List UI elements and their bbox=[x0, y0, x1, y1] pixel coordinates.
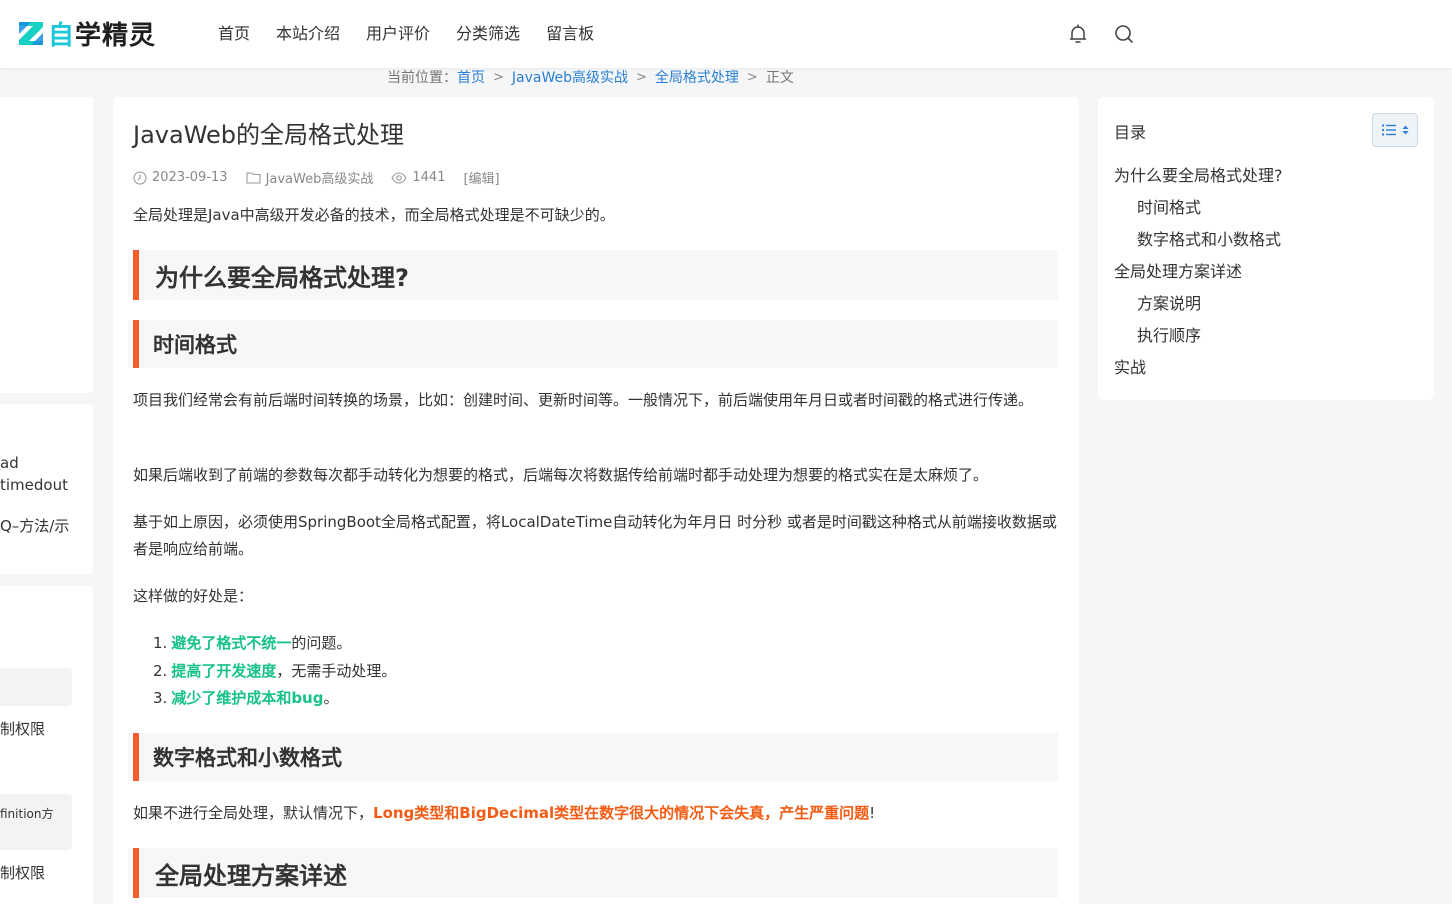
site-header: 自学精灵 首页 本站介绍 用户评价 分类筛选 留言板 bbox=[0, 0, 1452, 68]
article-card: JavaWeb的全局格式处理 2023-09-13 JavaWeb高级实战 14… bbox=[113, 97, 1079, 904]
bell-icon[interactable] bbox=[1066, 22, 1090, 46]
nav-about[interactable]: 本站介绍 bbox=[276, 22, 340, 46]
eye-icon bbox=[391, 171, 408, 184]
search-icon[interactable] bbox=[1112, 22, 1136, 46]
list-item: 1. 避免了格式不统一的问题。 bbox=[153, 630, 396, 658]
list-item: 3. 减少了维护成本和bug。 bbox=[153, 685, 396, 713]
toc-item-number-format[interactable]: 数字格式和小数格式 bbox=[1137, 229, 1281, 251]
left-card-bottom: 制权限 finition方 制权限 bbox=[0, 586, 93, 904]
clock-icon bbox=[133, 170, 147, 185]
left-list-item[interactable]: Q–方法/示 bbox=[0, 515, 69, 536]
list-icon bbox=[1381, 124, 1396, 136]
breadcrumb: 当前位置： 首页 > JavaWeb高级实战 > 全局格式处理 > 正文 bbox=[387, 69, 794, 87]
breadcrumb-prefix: 当前位置： bbox=[387, 70, 457, 86]
chevron-right-icon: > bbox=[493, 70, 504, 85]
nav-guestbook[interactable]: 留言板 bbox=[546, 22, 594, 46]
toc-item-practice[interactable]: 实战 bbox=[1114, 357, 1146, 379]
breadcrumb-category[interactable]: JavaWeb高级实战 bbox=[512, 69, 628, 87]
left-list-item[interactable]: 制权限 bbox=[0, 718, 45, 739]
nav-reviews[interactable]: 用户评价 bbox=[366, 22, 430, 46]
meta-views-text: 1441 bbox=[412, 170, 446, 185]
breadcrumb-home[interactable]: 首页 bbox=[457, 69, 485, 87]
logo-text-first: 自 bbox=[48, 20, 76, 51]
list-strong: 提高了开发速度 bbox=[171, 661, 277, 680]
toc-item-why[interactable]: 为什么要全局格式处理? bbox=[1114, 165, 1283, 187]
paragraph-time-3: 基于如上原因，必须使用SpringBoot全局格式配置，将LocalDateTi… bbox=[133, 513, 1057, 558]
sort-icon bbox=[1402, 125, 1408, 135]
article-title: JavaWeb的全局格式处理 bbox=[133, 121, 405, 149]
left-thumbnail-box[interactable]: finition方 bbox=[0, 794, 72, 850]
paragraph-number-pre: 如果不进行全局处理，默认情况下， bbox=[133, 804, 374, 822]
heading-number-format: 数字格式和小数格式 bbox=[133, 733, 1058, 781]
breadcrumb-topic[interactable]: 全局格式处理 bbox=[655, 69, 739, 87]
left-list-item[interactable]: timedout bbox=[0, 476, 68, 494]
list-item: 2. 提高了开发速度，无需手动处理。 bbox=[153, 658, 396, 686]
list-strong: 避免了格式不统一 bbox=[171, 634, 292, 652]
chevron-right-icon: > bbox=[636, 70, 647, 85]
site-logo[interactable]: 自学精灵 bbox=[18, 15, 156, 52]
meta-category-text: JavaWeb高级实战 bbox=[265, 172, 374, 187]
list-strong: 减少了维护成本和bug bbox=[171, 689, 324, 707]
heading-why: 为什么要全局格式处理? bbox=[133, 250, 1058, 300]
left-list-item[interactable]: ad bbox=[0, 454, 19, 472]
article-meta: 2023-09-13 JavaWeb高级实战 1441 [编辑] bbox=[133, 168, 518, 187]
paragraph-benefit: 这样做的好处是： bbox=[133, 587, 254, 605]
meta-date: 2023-09-13 bbox=[133, 170, 228, 185]
main-nav: 首页 本站介绍 用户评价 分类筛选 留言板 bbox=[218, 22, 620, 46]
left-card-middle: ad timedout Q–方法/示 bbox=[0, 404, 93, 574]
paragraph-number: 如果不进行全局处理，默认情况下，Long类型和BigDecimal类型在数字很大… bbox=[133, 800, 1058, 827]
toc-item-scheme-desc[interactable]: 方案说明 bbox=[1137, 293, 1201, 315]
list-rest: 。 bbox=[323, 689, 339, 707]
table-of-contents: 目录 为什么要全局格式处理? 时间格式 数字格式和小数格式 全局处理方案详述 方… bbox=[1098, 97, 1434, 400]
folder-icon bbox=[246, 172, 261, 184]
paragraph-time-2: 如果后端收到了前端的参数每次都手动转化为想要的格式，后端每次将数据传给前端时都手… bbox=[133, 466, 989, 484]
meta-category[interactable]: JavaWeb高级实战 bbox=[246, 168, 374, 187]
left-card-top bbox=[0, 97, 93, 393]
breadcrumb-current: 正文 bbox=[765, 70, 794, 86]
article-intro: 全局处理是Java中高级开发必备的技术，而全局格式处理是不可缺少的。 bbox=[133, 206, 615, 224]
heading-time-format: 时间格式 bbox=[133, 320, 1058, 368]
toc-item-exec-order[interactable]: 执行顺序 bbox=[1137, 325, 1201, 347]
heading-scheme: 全局处理方案详述 bbox=[133, 848, 1058, 898]
meta-views: 1441 bbox=[391, 170, 445, 185]
list-rest: 的问题。 bbox=[291, 634, 352, 652]
left-thumb-caption: finition方 bbox=[0, 807, 54, 821]
left-thumbnail-box[interactable] bbox=[0, 668, 72, 706]
paragraph-number-strong: Long类型和BigDecimal类型在数字很大的情况下会失真，产生严重问题 bbox=[373, 804, 870, 822]
toc-item-scheme[interactable]: 全局处理方案详述 bbox=[1114, 261, 1242, 283]
benefit-list: 1. 避免了格式不统一的问题。 2. 提高了开发速度，无需手动处理。 3. 减少了维护… bbox=[153, 630, 396, 713]
toc-item-time-format[interactable]: 时间格式 bbox=[1137, 197, 1201, 219]
logo-text: 自学精灵 bbox=[48, 15, 156, 52]
toc-title: 目录 bbox=[1114, 123, 1147, 142]
nav-category-filter[interactable]: 分类筛选 bbox=[456, 22, 520, 46]
nav-home[interactable]: 首页 bbox=[218, 22, 250, 46]
meta-edit-link[interactable]: [编辑] bbox=[463, 168, 499, 187]
chevron-right-icon: > bbox=[746, 70, 758, 85]
list-number: 1. bbox=[153, 634, 168, 652]
list-rest: ，无需手动处理。 bbox=[276, 661, 397, 680]
list-number: 3. bbox=[153, 689, 168, 707]
paragraph-number-post: ! bbox=[869, 804, 876, 822]
toc-toggle-button[interactable] bbox=[1372, 113, 1418, 147]
list-number: 2. bbox=[153, 661, 168, 680]
left-list-item[interactable]: 制权限 bbox=[0, 862, 45, 883]
logo-text-rest: 学精灵 bbox=[75, 20, 157, 51]
paragraph-time-1: 项目我们经常会有前后端时间转换的场景，比如：创建时间、更新时间等。一般情况下，前… bbox=[133, 391, 1034, 409]
meta-date-text: 2023-09-13 bbox=[152, 170, 228, 185]
logo-mark-icon bbox=[18, 20, 44, 46]
